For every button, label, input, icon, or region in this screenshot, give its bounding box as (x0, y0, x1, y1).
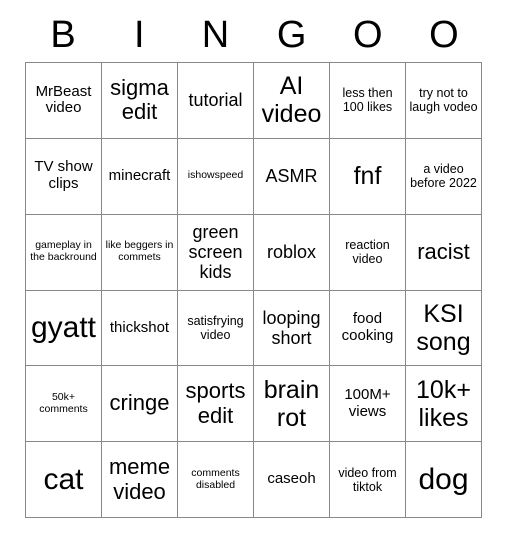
bingo-card: B I N G O O MrBeast video sigma edit tutor… (0, 0, 506, 544)
bingo-cell-label: gyatt (30, 311, 97, 345)
bingo-cell-label: AI video (261, 72, 322, 129)
bingo-cell-label: satisfrying video (187, 313, 244, 342)
bingo-cell-label: cat (43, 462, 84, 496)
bingo-cell-r2-c6[interactable]: a video before 2022 (406, 138, 482, 215)
bingo-cell-r3-c4[interactable]: roblox (254, 214, 330, 291)
header-letter-2: N (201, 14, 230, 56)
bingo-cell-r4-c2[interactable]: thickshot (102, 290, 178, 367)
bingo-cell-r1-c2[interactable]: sigma edit (102, 63, 178, 139)
bingo-cell-r1-c1[interactable]: MrBeast video (26, 63, 102, 139)
bingo-cell-r1-c3[interactable]: tutorial (178, 63, 254, 139)
header-letter-5: O (429, 14, 459, 56)
header-letter-0: B (50, 14, 76, 56)
bingo-cell-r5-c6[interactable]: 10k+ likes (406, 366, 482, 443)
bingo-cell-label: tutorial (188, 90, 243, 111)
bingo-cell-r2-c1[interactable]: TV show clips (26, 138, 102, 215)
bingo-cell-r3-c5[interactable]: reaction video (330, 214, 406, 291)
bingo-cell-label: comments disabled (191, 466, 240, 491)
bingo-cell-label: like beggers in commets (105, 239, 174, 264)
bingo-cell-r4-c3[interactable]: satisfrying video (178, 290, 254, 367)
bingo-cell-label: cringe (109, 390, 170, 416)
bingo-cell-r6-c1[interactable]: cat (26, 442, 102, 518)
bingo-cell-r3-c3[interactable]: green screen kids (178, 214, 254, 291)
bingo-cell-label: green screen kids (188, 221, 243, 283)
bingo-cell-r3-c1[interactable]: gameplay in the backround (26, 214, 102, 291)
bingo-cell-r5-c4[interactable]: brain rot (254, 366, 330, 443)
bingo-cell-r6-c5[interactable]: video from tiktok (330, 442, 406, 518)
bingo-cell-label: looping short (262, 307, 321, 348)
bingo-cell-label: ASMR (265, 166, 318, 187)
bingo-cell-r6-c4[interactable]: caseoh (254, 442, 330, 518)
bingo-cell-r4-c5[interactable]: food cooking (330, 290, 406, 367)
bingo-header: B I N G O O (25, 8, 482, 62)
bingo-grid: MrBeast video sigma edit tutorial AI video l… (25, 62, 482, 518)
bingo-cell-label: sports edit (185, 378, 246, 428)
bingo-cell-label: video from tiktok (338, 465, 397, 494)
bingo-cell-label: minecraft (108, 166, 171, 184)
bingo-cell-r1-c4[interactable]: AI video (254, 63, 330, 139)
bingo-cell-r4-c4[interactable]: looping short (254, 290, 330, 367)
bingo-cell-label: meme video (108, 453, 171, 504)
bingo-cell-r1-c6[interactable]: try not to laugh vodeo (406, 63, 482, 139)
bingo-cell-label: a video before 2022 (410, 162, 477, 191)
bingo-cell-r3-c2[interactable]: like beggers in commets (102, 214, 178, 291)
bingo-cell-label: 10k+ likes (416, 375, 471, 432)
bingo-cell-r2-c2[interactable]: minecraft (102, 138, 178, 215)
bingo-cell-r4-c6[interactable]: KSI song (406, 290, 482, 367)
bingo-cell-label: fnf (353, 162, 382, 191)
bingo-cell-label: TV show clips (34, 158, 93, 193)
bingo-cell-label: try not to laugh vodeo (409, 86, 478, 115)
bingo-cell-label: food cooking (341, 310, 394, 344)
bingo-cell-label: less then 100 likes (342, 86, 393, 115)
header-letter-4: O (352, 14, 383, 56)
bingo-cell-r5-c3[interactable]: sports edit (178, 366, 254, 443)
bingo-cell-label: 50k+ comments (39, 390, 88, 415)
bingo-cell-label: ishowspeed (187, 169, 244, 182)
bingo-cell-label: caseoh (267, 470, 316, 488)
bingo-cell-label: sigma edit (110, 74, 169, 125)
bingo-cell-r2-c5[interactable]: fnf (330, 138, 406, 215)
bingo-cell-r6-c3[interactable]: comments disabled (178, 442, 254, 518)
bingo-cell-r5-c2[interactable]: cringe (102, 366, 178, 443)
bingo-cell-label: KSI song (416, 299, 471, 356)
bingo-cell-r5-c1[interactable]: 50k+ comments (26, 366, 102, 443)
bingo-cell-label: dog (418, 462, 469, 496)
bingo-cell-r2-c3[interactable]: ishowspeed (178, 138, 254, 215)
bingo-cell-r1-c5[interactable]: less then 100 likes (330, 63, 406, 139)
bingo-cell-r2-c4[interactable]: ASMR (254, 138, 330, 215)
header-letter-1: I (133, 14, 145, 56)
bingo-cell-r6-c2[interactable]: meme video (102, 442, 178, 518)
bingo-cell-r6-c6[interactable]: dog (406, 442, 482, 518)
bingo-cell-label: roblox (266, 242, 317, 262)
bingo-cell-r3-c6[interactable]: racist (406, 214, 482, 291)
bingo-cell-label: brain rot (263, 375, 320, 432)
bingo-cell-label: gameplay in the backround (30, 239, 97, 264)
bingo-cell-r4-c1[interactable]: gyatt (26, 290, 102, 367)
bingo-cell-label: racist (417, 238, 470, 264)
bingo-cell-r5-c5[interactable]: 100M+ views (330, 366, 406, 443)
bingo-cell-label: reaction video (345, 238, 390, 267)
bingo-cell-label: thickshot (109, 318, 170, 336)
header-letter-3: G (276, 14, 307, 56)
bingo-cell-label: 100M+ views (344, 385, 391, 420)
bingo-cell-label: MrBeast video (35, 82, 92, 117)
